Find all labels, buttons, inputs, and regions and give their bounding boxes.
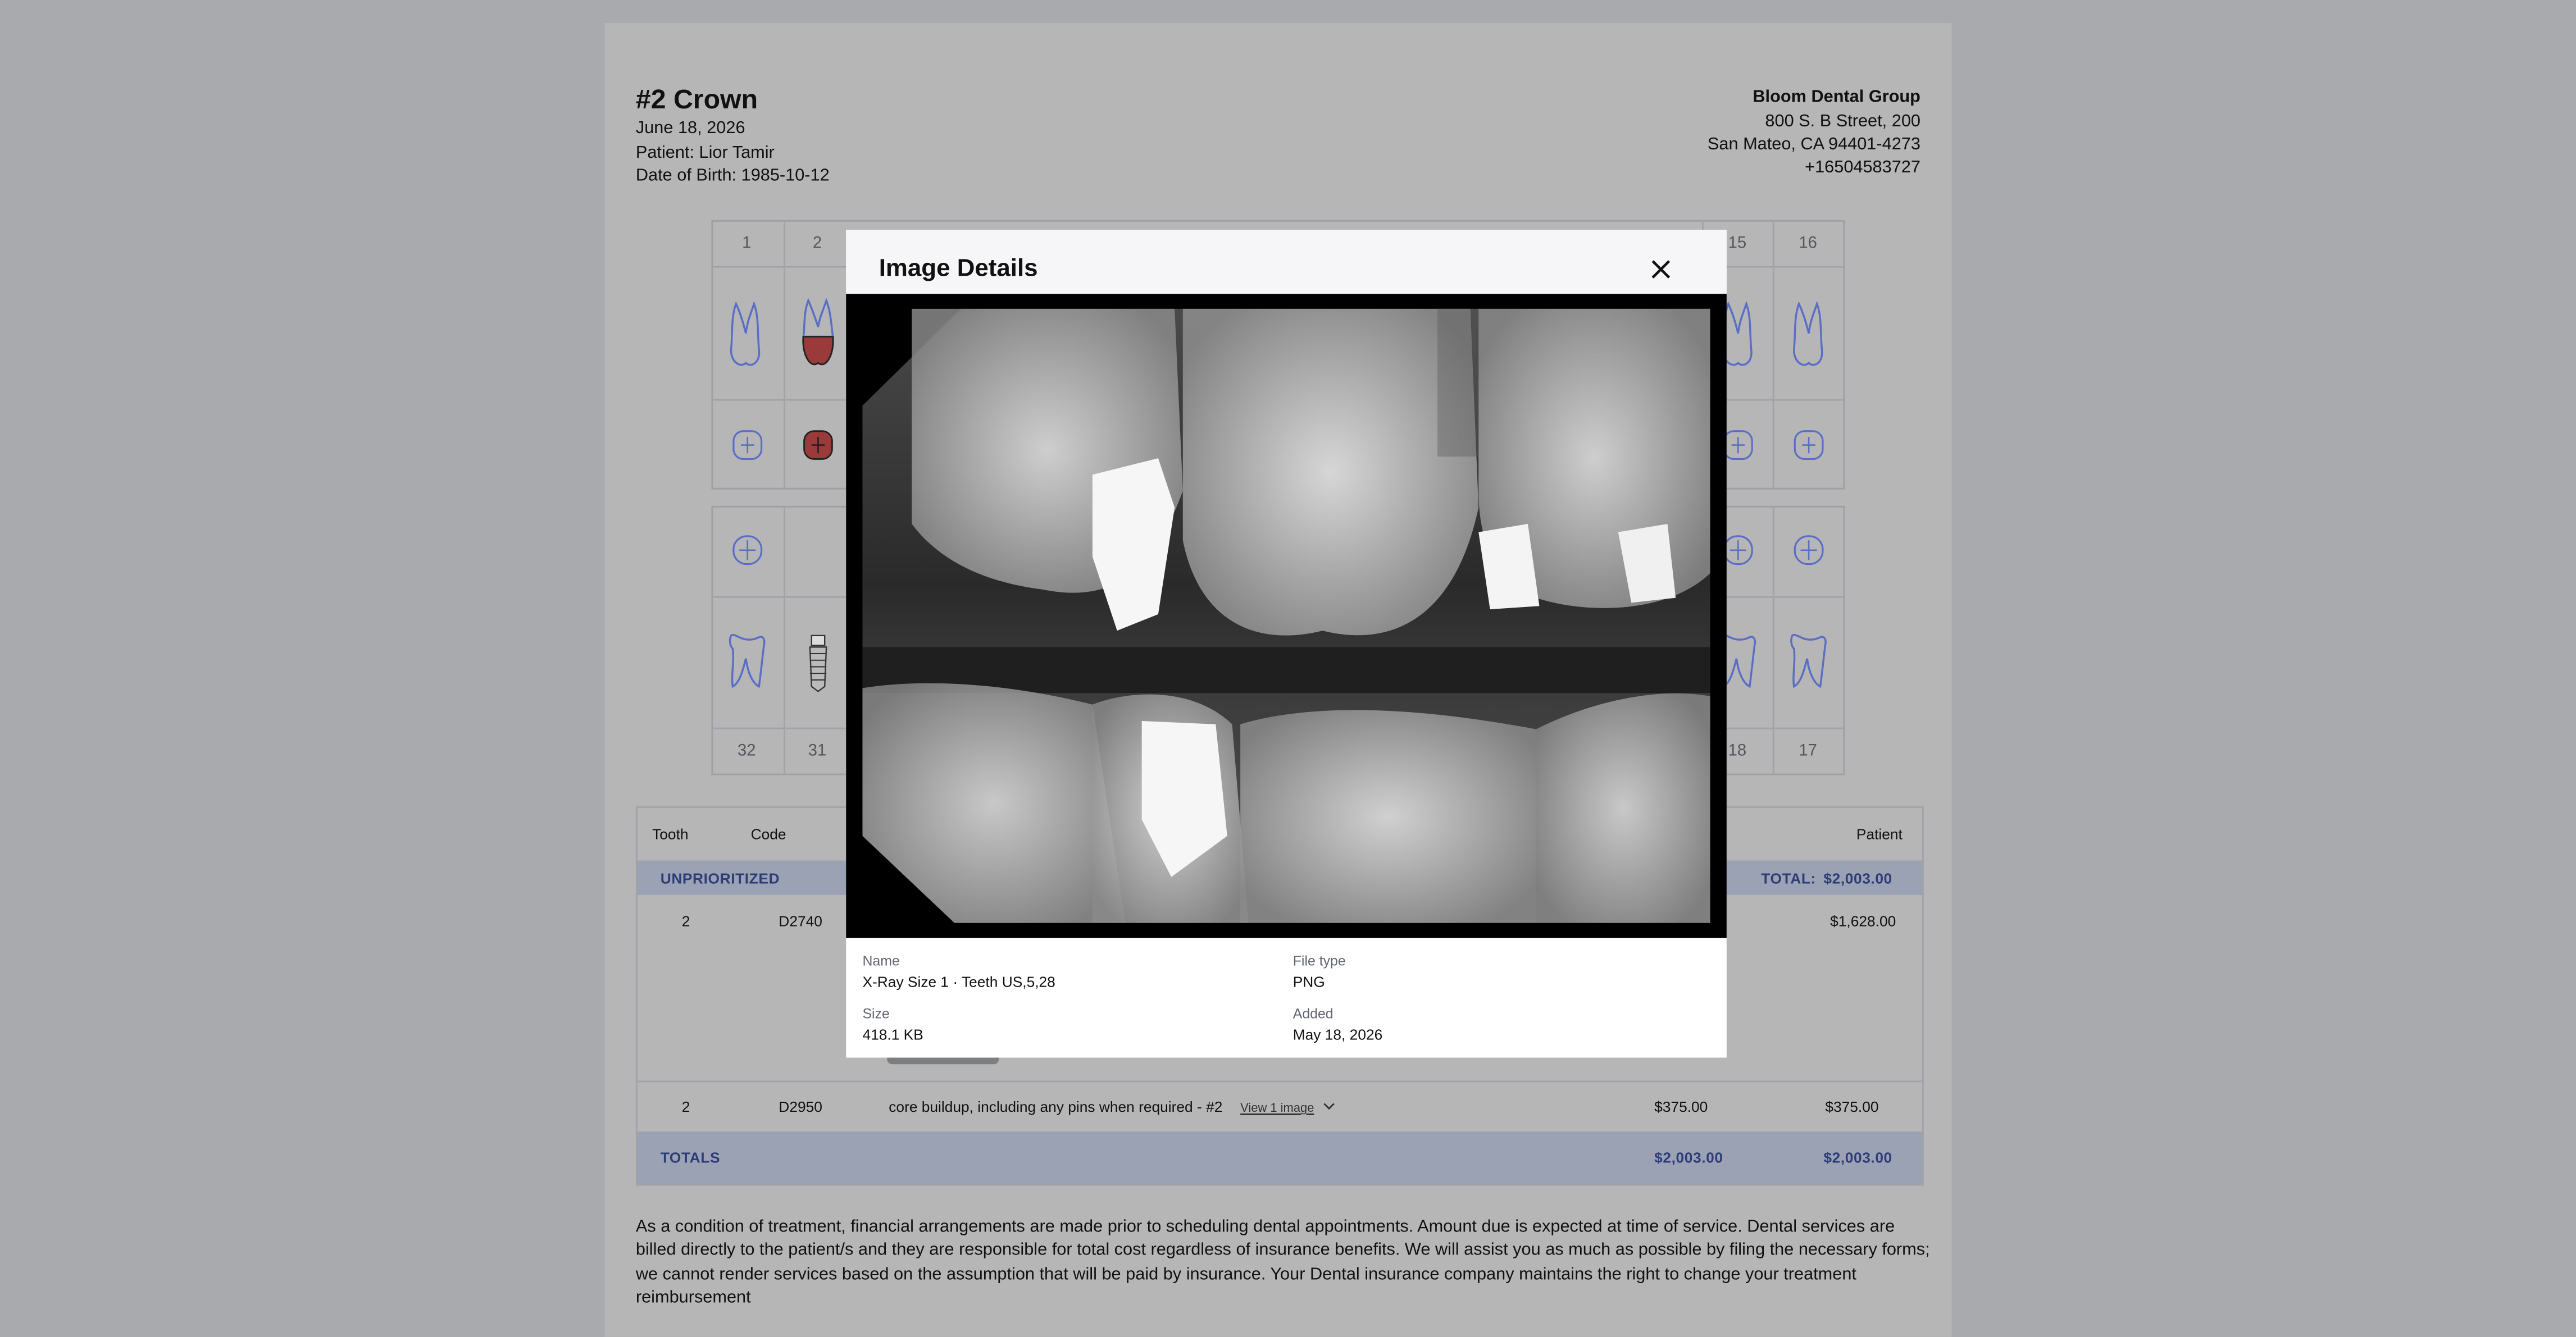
- row1-tooth: 2: [681, 913, 690, 930]
- patient-dob: Date of Birth: 1985-10-12: [635, 166, 830, 186]
- row1-code: D2740: [779, 913, 822, 930]
- row1-patient: $1,628.00: [1830, 913, 1896, 930]
- row2-patient: $375.00: [1825, 1098, 1879, 1115]
- tooth-number-31[interactable]: 31: [782, 742, 853, 760]
- added-value: May 18, 2026: [1292, 1026, 1383, 1043]
- size-label: Size: [862, 1005, 890, 1022]
- filetype-label: File type: [1292, 952, 1346, 969]
- tooth-occlusal-icon[interactable]: [731, 534, 763, 567]
- plan-date: June 18, 2026: [635, 118, 745, 138]
- practice-name: Bloom Dental Group: [1753, 87, 1920, 107]
- chevron-down-icon[interactable]: [1322, 1102, 1335, 1112]
- totals-insurance: $2,003.00: [1654, 1149, 1723, 1166]
- row2-description: core buildup, including any pins when re…: [889, 1098, 1223, 1115]
- xray-viewer[interactable]: [846, 294, 1727, 938]
- tooth-icon[interactable]: [726, 300, 766, 369]
- totals-patient: $2,003.00: [1823, 1149, 1892, 1166]
- tooth-occlusal-icon[interactable]: [731, 428, 763, 461]
- tooth-occlusal-icon[interactable]: [1792, 534, 1825, 567]
- total-label: TOTAL:: [1761, 870, 1816, 887]
- header-tooth: Tooth: [652, 826, 689, 843]
- total-value: $2,003.00: [1823, 870, 1892, 887]
- tooth-number-17[interactable]: 17: [1773, 742, 1844, 760]
- molar-tooth-icon[interactable]: [1787, 632, 1830, 691]
- close-icon[interactable]: [1645, 253, 1677, 285]
- header-code: Code: [750, 826, 786, 843]
- view-image-link[interactable]: View 1 image: [1240, 1101, 1314, 1115]
- tooth-occlusal-icon[interactable]: [1792, 428, 1825, 461]
- totals-label: TOTALS: [660, 1149, 721, 1166]
- crowned-tooth-icon[interactable]: [798, 297, 838, 369]
- tooth-icon[interactable]: [1789, 300, 1828, 369]
- totals-band: TOTALS $2,003.00 $2,003.00: [637, 1131, 1922, 1184]
- filetype-value: PNG: [1292, 974, 1325, 991]
- name-label: Name: [862, 952, 900, 969]
- practice-phone: +16504583727: [1805, 157, 1920, 177]
- modal-header: Image Details: [846, 230, 1727, 294]
- tooth-number-32[interactable]: 32: [711, 742, 782, 760]
- row2-insurance: $375.00: [1654, 1098, 1708, 1115]
- size-value: 418.1 KB: [862, 1026, 923, 1043]
- financial-disclaimer: As a condition of treatment, financial a…: [635, 1217, 1930, 1308]
- header-patient: Patient: [1856, 826, 1903, 843]
- row2-code: D2950: [779, 1098, 822, 1115]
- modal-title: Image Details: [879, 254, 1038, 283]
- name-value: X-Ray Size 1 · Teeth US,5,28: [862, 974, 1055, 991]
- practice-address-1: 800 S. B Street, 200: [1765, 111, 1920, 131]
- crowned-occlusal-icon[interactable]: [802, 428, 834, 461]
- molar-tooth-icon[interactable]: [726, 632, 769, 691]
- row2-tooth: 2: [681, 1098, 690, 1115]
- added-label: Added: [1292, 1005, 1333, 1022]
- patient-name: Patient: Lior Tamir: [635, 143, 775, 163]
- unprioritized-label: UNPRIORITIZED: [660, 870, 780, 887]
- xray-image: [862, 308, 1710, 923]
- page-title: #2 Crown: [635, 85, 758, 115]
- practice-address-2: San Mateo, CA 94401-4273: [1707, 134, 1920, 154]
- tooth-number-2[interactable]: 2: [782, 235, 853, 253]
- implant-icon[interactable]: [807, 634, 830, 693]
- tooth-number-1[interactable]: 1: [711, 235, 782, 253]
- tooth-number-16[interactable]: 16: [1773, 235, 1844, 253]
